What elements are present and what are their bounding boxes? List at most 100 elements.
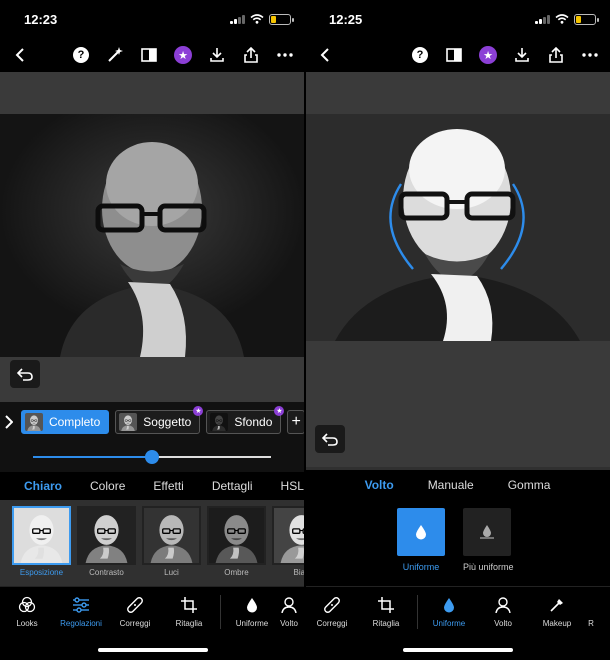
portrait-photo[interactable] — [0, 114, 305, 357]
tab-manuale[interactable]: Manuale — [428, 478, 474, 492]
nav-volto[interactable]: Volto — [476, 595, 530, 628]
more-options-icon[interactable] — [275, 45, 295, 65]
more-options-icon[interactable] — [580, 45, 600, 65]
chip-soggetto[interactable]: Soggetto ★ — [115, 406, 204, 434]
thumbnail-contrasto[interactable]: Contrasto — [77, 506, 136, 577]
crop-icon — [162, 595, 216, 615]
option-uniforme[interactable]: Uniforme — [397, 508, 445, 572]
tab-dettagli[interactable]: Dettagli — [212, 479, 253, 493]
mode-tabs: Volto Manuale Gomma — [305, 470, 610, 500]
premium-star-icon[interactable]: ★ — [173, 45, 193, 65]
share-icon[interactable] — [546, 45, 566, 65]
option-label: Più uniforme — [463, 562, 514, 572]
nav-ritaglia[interactable]: Ritaglia — [359, 595, 413, 628]
back-icon[interactable] — [10, 45, 30, 65]
bandage-icon — [305, 595, 359, 615]
wifi-icon — [555, 14, 569, 24]
compare-icon[interactable] — [139, 45, 159, 65]
status-bar: 12:25 — [305, 0, 610, 38]
intensity-slider[interactable] — [0, 442, 305, 472]
thumbnail-image — [12, 506, 71, 565]
thumbnail-luci[interactable]: Luci — [142, 506, 201, 577]
nav-correggi[interactable]: Correggi — [108, 595, 162, 628]
canvas-area — [0, 72, 305, 402]
status-bar: 12:23 — [0, 0, 305, 38]
option-piu-uniforme[interactable]: Più uniforme — [463, 508, 514, 572]
download-icon[interactable] — [207, 45, 227, 65]
status-time: 12:25 — [329, 11, 363, 27]
thumbnail-image — [272, 506, 305, 565]
portrait-photo[interactable] — [305, 114, 610, 341]
chip-completo[interactable]: Completo — [20, 410, 110, 434]
help-icon[interactable]: ? — [71, 45, 91, 65]
back-icon[interactable] — [315, 45, 335, 65]
nav-correggi[interactable]: Correggi — [305, 595, 359, 628]
chip-sfondo[interactable]: Sfondo ★ — [206, 406, 285, 434]
chip-label: Completo — [48, 415, 101, 429]
slider-knob[interactable] — [145, 450, 159, 464]
chip-thumbnail — [24, 413, 43, 431]
undo-button[interactable] — [10, 360, 40, 388]
right-screen: 12:25 ? ★ Volto Manuale Gomma Uniforme P… — [305, 0, 610, 660]
nav-more[interactable]: R — [584, 595, 598, 628]
sliders-icon — [54, 595, 108, 615]
nav-label: Volto — [494, 619, 512, 628]
nav-ritaglia[interactable]: Ritaglia — [162, 595, 216, 628]
nav-looks[interactable]: Looks — [0, 595, 54, 628]
undo-button[interactable] — [315, 425, 345, 453]
nav-volto[interactable]: Volto — [279, 595, 299, 628]
premium-star-icon: ★ — [193, 406, 204, 416]
chip-label: Sfondo — [234, 415, 273, 429]
face-icon — [476, 595, 530, 615]
home-indicator[interactable] — [402, 648, 513, 652]
thumbnail-ombre[interactable]: Ombre — [207, 506, 266, 577]
tab-gomma[interactable]: Gomma — [508, 478, 551, 492]
premium-star-icon[interactable]: ★ — [478, 45, 498, 65]
drop-icon — [422, 595, 476, 615]
nav-label: Makeup — [542, 619, 572, 628]
chip-thumbnail — [210, 413, 229, 431]
adjustment-thumbnails: Esposizione Contrasto Luci Ombre Bian — [12, 506, 305, 577]
tab-colore[interactable]: Colore — [90, 479, 125, 493]
auto-magic-wand-icon[interactable] — [105, 45, 125, 65]
tab-hsl[interactable]: HSL — [281, 479, 304, 493]
tab-chiaro[interactable]: Chiaro — [24, 479, 62, 493]
bottom-navigation: Correggi Ritaglia Uniforme Volto Makeup … — [305, 586, 610, 636]
bandage-icon — [108, 595, 162, 615]
status-icons — [535, 13, 599, 25]
compare-icon[interactable] — [444, 45, 464, 65]
thumbnail-bianchi[interactable]: Bian — [272, 506, 305, 577]
thumbnail-image — [77, 506, 136, 565]
thumbnail-label: Contrasto — [89, 568, 124, 577]
signal-icon — [535, 14, 550, 24]
canvas-area — [305, 72, 610, 467]
nav-label: Ritaglia — [175, 619, 203, 628]
nav-regolazioni[interactable]: Regolazioni — [54, 595, 108, 628]
add-mask-button[interactable]: + — [287, 410, 305, 434]
mask-selector: Completo Soggetto ★ Sfondo ★ + — [0, 402, 305, 442]
chevron-right-icon[interactable] — [4, 415, 15, 429]
nav-uniforme[interactable]: Uniforme — [422, 595, 476, 628]
smoothing-options: Uniforme Più uniforme — [397, 508, 514, 572]
thumbnail-esposizione[interactable]: Esposizione — [12, 506, 71, 577]
nav-label: Correggi — [119, 619, 151, 628]
looks-icon — [0, 595, 54, 615]
thumbnail-label: Esposizione — [19, 568, 64, 577]
thumbnail-label: Bian — [293, 568, 305, 577]
top-toolbar: ? ★ — [305, 38, 610, 72]
nav-makeup[interactable]: Makeup — [530, 595, 584, 628]
more-icon — [584, 595, 598, 615]
thumbnail-label: Luci — [164, 568, 179, 577]
share-icon[interactable] — [241, 45, 261, 65]
tab-effetti[interactable]: Effetti — [153, 479, 183, 493]
download-icon[interactable] — [512, 45, 532, 65]
nav-uniforme[interactable]: Uniforme — [225, 595, 279, 628]
status-icons — [230, 13, 294, 25]
nav-label: Volto — [280, 619, 298, 628]
home-indicator[interactable] — [97, 648, 208, 652]
status-time: 12:23 — [24, 11, 58, 27]
slider-fill — [33, 456, 152, 458]
tab-volto[interactable]: Volto — [365, 478, 394, 492]
chip-label: Soggetto — [143, 415, 192, 429]
help-icon[interactable]: ? — [410, 45, 430, 65]
